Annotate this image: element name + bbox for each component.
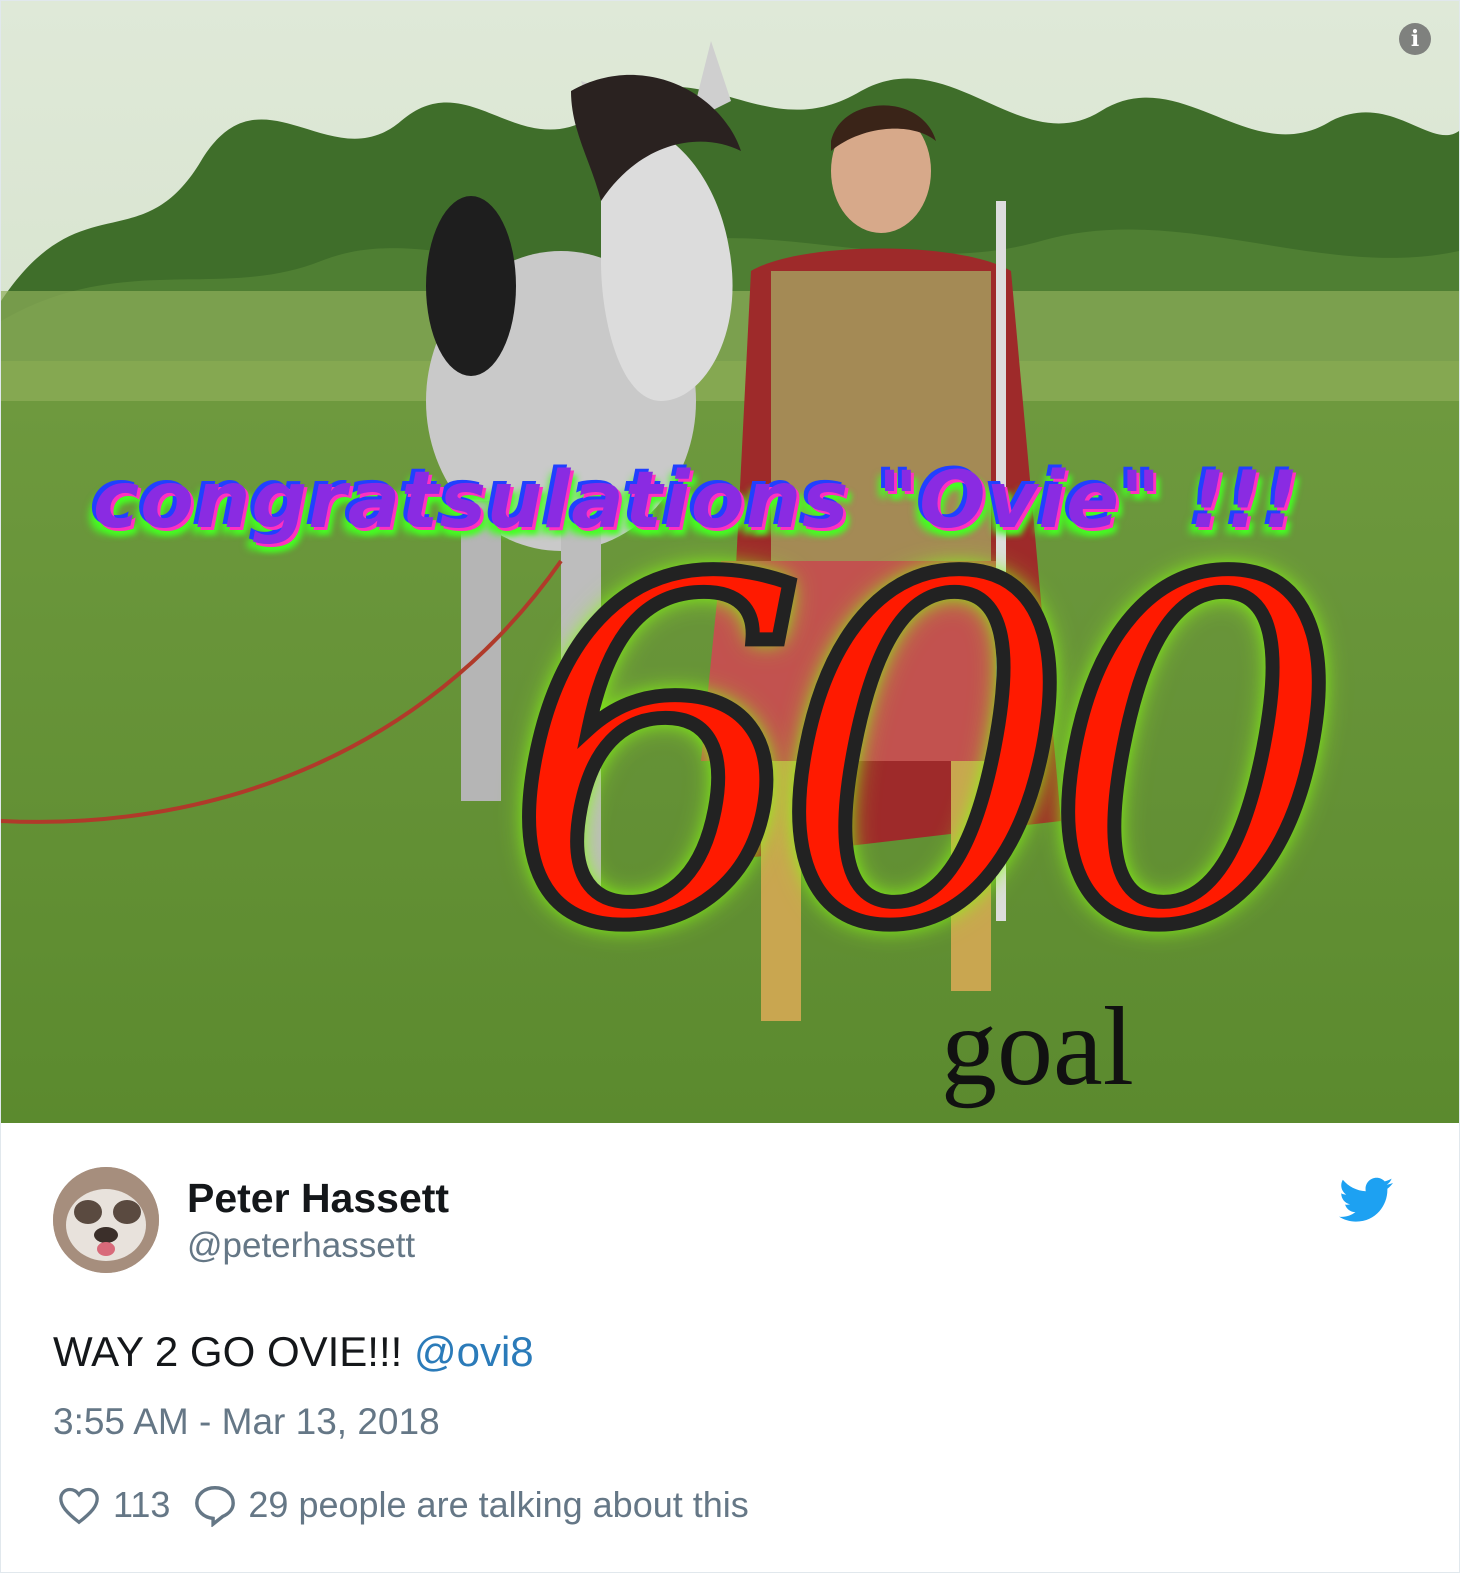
overlay-goal-caption: goal [941,985,1134,1109]
mention-link[interactable]: @ovi8 [414,1328,534,1375]
overlay-600-number: 600 [499,482,1350,1029]
tweet-author[interactable]: Peter Hassett @peterhassett [53,1167,449,1273]
author-display-name[interactable]: Peter Hassett [187,1175,449,1222]
tweet-media[interactable]: i congratsulations "Ovie" !!! 600 goal [1,1,1459,1123]
heart-icon[interactable] [57,1485,101,1525]
avatar[interactable] [53,1167,159,1273]
like-count[interactable]: 113 [113,1484,170,1526]
tweet-timestamp[interactable]: 3:55 AM - Mar 13, 2018 [53,1401,440,1443]
author-handle[interactable]: @peterhassett [187,1226,449,1266]
tweet-text: WAY 2 GO OVIE!!! @ovi8 [53,1328,534,1376]
tweet-card: i congratsulations "Ovie" !!! 600 goal P… [0,0,1460,1573]
comment-icon[interactable] [192,1483,238,1527]
author-names: Peter Hassett @peterhassett [187,1175,449,1266]
tweet-actions: 113 29 people are talking about this [57,1483,749,1527]
info-icon[interactable]: i [1399,23,1431,55]
twitter-bird-icon[interactable] [1339,1177,1393,1223]
avatar-bulldog-image [53,1167,159,1273]
talking-count[interactable]: 29 people are talking about this [248,1484,748,1526]
tweet-text-body: WAY 2 GO OVIE!!! [53,1328,414,1375]
